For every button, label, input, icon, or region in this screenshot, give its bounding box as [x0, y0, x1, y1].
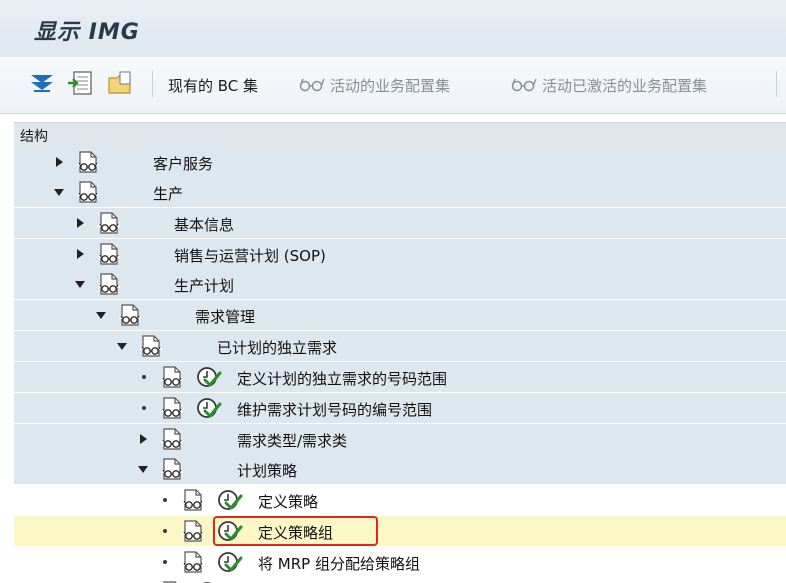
tree-node-label[interactable]: 定义策略组	[258, 522, 333, 543]
document-glasses-icon	[118, 303, 142, 327]
execute-activity-icon[interactable]	[217, 519, 243, 543]
find-icon[interactable]	[66, 69, 94, 97]
execute-activity-icon[interactable]	[217, 488, 243, 512]
tree-node-label[interactable]: 计划策略	[237, 460, 297, 481]
title-bar: 显示 IMG	[0, 0, 786, 57]
tree-node-label[interactable]: 定义计划的独立需求的号码范围	[237, 368, 447, 389]
toolbar-separator	[776, 71, 777, 97]
leaf-bullet	[163, 560, 167, 564]
tree-node[interactable]: 计划策略	[14, 454, 786, 484]
tree-node[interactable]: 定义策略	[14, 485, 786, 515]
collapse-arrow-icon[interactable]	[96, 310, 106, 320]
tree-node[interactable]: 销售与运营计划 (SOP)	[14, 239, 786, 269]
tree-node[interactable]: 生产	[14, 177, 786, 207]
document-glasses-icon	[97, 242, 121, 266]
tree-node[interactable]: 基本信息	[14, 208, 786, 238]
tree-node-label[interactable]: 维护需求计划号码的编号范围	[237, 399, 432, 420]
tree-node-label[interactable]: 将 MRP 组分配给策略组	[258, 553, 420, 574]
tree-node-selected[interactable]: 定义策略组	[14, 516, 786, 546]
toolbar-separator	[152, 71, 153, 97]
expand-arrow-icon[interactable]	[75, 218, 85, 228]
structure-header-label: 结构	[20, 129, 48, 145]
tree-node-partial[interactable]	[14, 577, 786, 583]
active-bc-sets-button[interactable]: 活动的业务配置集	[330, 75, 450, 96]
tree-node[interactable]: 将 MRP 组分配给策略组	[14, 547, 786, 577]
glasses-icon	[299, 78, 325, 92]
tree-node[interactable]: 生产计划	[14, 269, 786, 299]
document-glasses-icon	[97, 211, 121, 235]
execute-activity-icon[interactable]	[196, 396, 222, 420]
document-glasses-icon	[181, 519, 205, 543]
document-glasses-icon	[160, 457, 184, 481]
document-glasses-icon	[139, 334, 163, 358]
expand-arrow-icon[interactable]	[54, 157, 64, 167]
expand-arrow-icon[interactable]	[75, 249, 85, 259]
img-tree: 客户服务 生产 基本信息 销售与运营计划 (SOP) 生产计划 需求管理 已计划…	[14, 147, 786, 583]
tree-node[interactable]: 客户服务	[14, 147, 786, 177]
structure-header: 结构	[14, 122, 786, 148]
tree-node[interactable]: 需求类型/需求类	[14, 424, 786, 454]
tree-node-label[interactable]: 定义策略	[258, 491, 318, 512]
document-glasses-icon	[97, 272, 121, 296]
tree-node-label[interactable]: 需求类型/需求类	[237, 430, 347, 451]
existing-bc-sets-button[interactable]: 现有的 BC 集	[168, 75, 258, 96]
glasses-icon	[511, 78, 537, 92]
collapse-arrow-icon[interactable]	[117, 341, 127, 351]
document-glasses-icon	[76, 180, 100, 204]
img-window: 显示 IMG 现有的 BC 集 活动的业务配置集 活动已激活的业务配置集 结构 …	[0, 0, 786, 583]
leaf-bullet	[142, 406, 146, 410]
tree-node-label[interactable]: 已计划的独立需求	[217, 337, 337, 358]
tree-node-label[interactable]: 客户服务	[153, 153, 213, 174]
execute-activity-icon[interactable]	[217, 550, 243, 574]
leaf-bullet	[163, 498, 167, 502]
document-glasses-icon	[160, 427, 184, 451]
execute-activity-icon[interactable]	[196, 365, 222, 389]
window-title: 显示 IMG	[34, 20, 140, 45]
tree-node-label[interactable]: 生产	[153, 183, 183, 204]
document-glasses-icon	[160, 396, 184, 420]
collapse-arrow-icon[interactable]	[75, 279, 85, 289]
document-glasses-icon	[160, 365, 184, 389]
tree-node[interactable]: 已计划的独立需求	[14, 331, 786, 361]
tree-node[interactable]: 需求管理	[14, 300, 786, 330]
document-glasses-icon	[76, 150, 100, 174]
tree-node-label[interactable]: 需求管理	[195, 306, 255, 327]
collapse-arrow-icon[interactable]	[138, 464, 148, 474]
tree-node[interactable]: 维护需求计划号码的编号范围	[14, 393, 786, 423]
expand-all-icon[interactable]	[28, 69, 56, 97]
document-glasses-icon	[181, 550, 205, 574]
leaf-bullet	[163, 529, 167, 533]
leaf-bullet	[142, 375, 146, 379]
expand-arrow-icon[interactable]	[138, 434, 148, 444]
tree-node[interactable]: 定义计划的独立需求的号码范围	[14, 362, 786, 392]
tree-node-label[interactable]: 销售与运营计划 (SOP)	[174, 245, 326, 266]
tree-node-label[interactable]: 生产计划	[174, 275, 234, 296]
tree-node-label[interactable]: 基本信息	[174, 214, 234, 235]
activated-bc-sets-button[interactable]: 活动已激活的业务配置集	[542, 75, 707, 96]
collapse-arrow-icon[interactable]	[54, 187, 64, 197]
folder-icon[interactable]	[106, 69, 134, 97]
toolbar: 现有的 BC 集 活动的业务配置集 活动已激活的业务配置集	[0, 57, 786, 114]
document-glasses-icon	[181, 488, 205, 512]
